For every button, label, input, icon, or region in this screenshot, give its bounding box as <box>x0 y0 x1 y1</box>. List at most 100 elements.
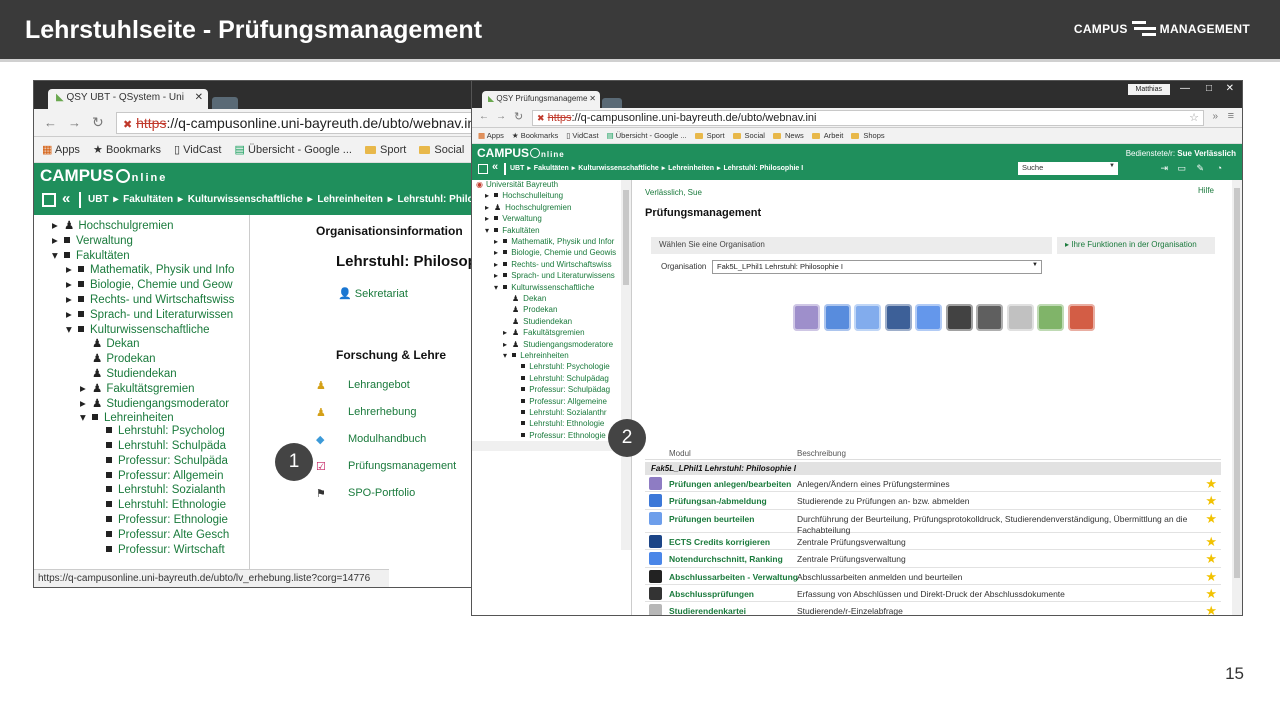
collapsed-arrow-icon[interactable]: ▸ <box>503 328 512 337</box>
expanded-arrow-icon[interactable]: ▾ <box>66 322 78 336</box>
module-link[interactable]: Prüfungen anlegen/bearbeiten <box>669 479 791 489</box>
reload-icon[interactable]: ↻ <box>92 114 104 131</box>
collapsed-arrow-icon[interactable]: ▸ <box>494 237 503 246</box>
table-row[interactable]: Abschlussprüfungen Erfassung von Abschlüs… <box>645 585 1221 603</box>
tree-item[interactable]: ▾ Lehreinheiten <box>80 410 174 424</box>
thesis-icon[interactable] <box>945 304 973 331</box>
tree-item[interactable]: Professur: Ethnologie <box>512 431 606 440</box>
export-icon[interactable] <box>1037 304 1064 331</box>
back-double-chevron-icon[interactable]: « <box>492 161 498 173</box>
tree-item[interactable]: ♟ Dekan <box>503 294 546 303</box>
collapsed-arrow-icon[interactable]: ▸ <box>503 340 512 349</box>
browser-tab[interactable]: ◣ QSY Prüfungsmanageme ✕ <box>482 91 600 108</box>
tree-item[interactable]: Lehrstuhl: Ethnologie <box>512 419 604 428</box>
tree-item[interactable]: ▸ Rechts- und Wirtschaftswiss <box>66 292 234 306</box>
table-row[interactable]: Prüfungen beurteilen Durchführung der Beu… <box>645 510 1221 535</box>
bookmark-item[interactable]: ▤ Übersicht - Google ... <box>607 131 687 140</box>
bookmark-apps[interactable]: ▦ Apps <box>42 143 80 156</box>
breadcrumb-item[interactable]: Kulturwissenschaftliche <box>188 194 303 205</box>
scroll-thumb[interactable] <box>1234 188 1240 578</box>
logout-icon[interactable]: ⇥ <box>1160 163 1168 174</box>
expanded-arrow-icon[interactable]: ▾ <box>503 351 512 360</box>
expanded-arrow-icon[interactable]: ▾ <box>494 283 503 292</box>
bookmark-social[interactable]: Social <box>419 144 464 156</box>
tree-item[interactable]: ◉ Universität Bayreuth <box>476 180 558 189</box>
module-link[interactable]: Prüfungen beurteilen <box>669 514 754 524</box>
collapsed-arrow-icon[interactable]: ▸ <box>66 307 78 321</box>
modulhandbuch-link[interactable]: ◆ Modulhandbuch <box>316 433 426 446</box>
new-tab-button[interactable] <box>212 97 238 109</box>
tree-item[interactable]: ▾ Fakultäten <box>52 248 130 262</box>
module-link[interactable]: Studierendenkartei <box>669 606 746 615</box>
home-square-icon[interactable] <box>42 193 56 207</box>
module-link[interactable]: ECTS Credits korrigieren <box>669 537 770 547</box>
content-scrollbar[interactable] <box>1232 180 1242 615</box>
bookmark-sport[interactable]: Sport <box>365 144 406 156</box>
expanded-arrow-icon[interactable]: ▾ <box>52 248 64 262</box>
tree-item[interactable]: Lehrstuhl: Sozialanthr <box>512 408 607 417</box>
tree-item[interactable]: ▸ Verwaltung <box>485 214 542 223</box>
table-row[interactable]: Prüfungen anlegen/bearbeiten Anlegen/Ände… <box>645 475 1221 493</box>
collapsed-arrow-icon[interactable]: ▸ <box>485 191 494 200</box>
expanded-arrow-icon[interactable]: ▾ <box>485 226 494 235</box>
tree-item[interactable]: Professur: Alte Gesch <box>94 529 229 541</box>
org-select[interactable]: Fak5L_LPhil1 Lehrstuhl: Philosophie I ▼ <box>712 260 1042 274</box>
bookmark-google-sheet[interactable]: ▤ Übersicht - Google ... <box>235 143 352 156</box>
module-link[interactable]: Notendurchschnitt, Ranking <box>669 554 783 564</box>
tree-scrollbar[interactable] <box>621 180 631 550</box>
tree-hscrollbar[interactable] <box>472 441 630 451</box>
sekretariat-link[interactable]: 👤 Sekretariat <box>338 287 408 300</box>
favorite-star-icon[interactable]: ★ <box>1205 603 1217 615</box>
tree-item[interactable]: ▸ ♟ Hochschulgremien <box>52 218 174 232</box>
tree-item[interactable]: ♟ Prodekan <box>80 351 156 365</box>
tree-item[interactable]: ▸ ♟ Studiengangsmoderatore <box>503 340 613 349</box>
lehrerhebung-link[interactable]: ♟ Lehrerhebung <box>316 406 417 419</box>
tree-item[interactable]: Lehrstuhl: Psychologie <box>512 362 610 371</box>
ects-icon[interactable] <box>884 304 912 331</box>
menu-icon[interactable]: ≡ <box>1228 110 1234 122</box>
tree-item[interactable]: ▸ Mathematik, Physik und Infor <box>494 237 614 246</box>
final-exam-icon[interactable] <box>976 304 1003 331</box>
bookmark-item[interactable]: ★ Bookmarks <box>512 131 558 140</box>
new-tab-button[interactable] <box>602 98 622 108</box>
home-square-icon[interactable] <box>478 164 488 174</box>
breadcrumb-item[interactable]: UBT <box>88 194 109 205</box>
spo-portfolio-link[interactable]: ⚑ SPO-Portfolio <box>316 487 415 500</box>
tree-item[interactable]: Lehrstuhl: Ethnologie <box>94 499 226 511</box>
tree-item[interactable]: ▸ ♟ Fakultätsgremien <box>80 381 195 395</box>
tree-item[interactable]: ▸ Biologie, Chemie und Geowis <box>494 248 616 257</box>
expanded-arrow-icon[interactable]: ▾ <box>80 410 92 424</box>
campusonline-logo[interactable]: CAMPUS nline <box>40 166 167 186</box>
collapsed-arrow-icon[interactable]: ▸ <box>494 260 503 269</box>
tree-item[interactable]: ♟ Studiendekan <box>80 366 177 380</box>
average-icon[interactable] <box>915 304 942 331</box>
tree-item[interactable]: ▾ Lehreinheiten <box>503 351 569 360</box>
collapsed-arrow-icon[interactable]: ▸ <box>485 203 494 212</box>
collapsed-arrow-icon[interactable]: ▸ <box>52 218 64 232</box>
settings-tools-icon[interactable] <box>1067 304 1095 331</box>
collapsed-arrow-icon[interactable]: ▸ <box>80 381 92 395</box>
tree-item[interactable]: ▸ Verwaltung <box>52 233 133 247</box>
registration-icon[interactable] <box>823 304 851 331</box>
forward-icon[interactable]: → <box>68 115 81 130</box>
breadcrumb-item[interactable]: UBT <box>510 165 524 172</box>
collapsed-arrow-icon[interactable]: ▸ <box>494 248 503 257</box>
minimize-icon[interactable]: — <box>1180 83 1190 94</box>
tree-item[interactable]: Professur: Ethnologie <box>94 514 228 526</box>
favorite-star-icon[interactable]: ★ <box>1205 511 1217 527</box>
close-tab-icon[interactable]: ✕ <box>589 94 596 103</box>
functions-link[interactable]: ▸ Ihre Funktionen in der Organisation <box>1057 237 1215 254</box>
back-double-chevron-icon[interactable]: « <box>62 190 70 207</box>
module-link[interactable]: Abschlussprüfungen <box>669 589 754 599</box>
collapsed-arrow-icon[interactable]: ▸ <box>52 233 64 247</box>
tree-item[interactable]: ▸ Biologie, Chemie und Geow <box>66 277 233 291</box>
user-badge[interactable]: Matthias <box>1127 84 1170 95</box>
tree-item[interactable]: ♟ Prodekan <box>503 305 557 314</box>
pruefungsmanagement-link[interactable]: ☑ Prüfungsmanagement <box>316 460 456 473</box>
tree-item[interactable]: ▸ Hochschulleitung <box>485 191 563 200</box>
breadcrumb-item[interactable]: Fakultäten <box>123 194 173 205</box>
tree-item[interactable]: ▾ Fakultäten <box>485 226 540 235</box>
tree-item[interactable]: ▸ ♟ Fakultätsgremien <box>503 328 585 337</box>
tree-item[interactable]: Lehrstuhl: Schulpäda <box>94 440 226 452</box>
bookmark-item[interactable]: Sport <box>694 131 725 140</box>
